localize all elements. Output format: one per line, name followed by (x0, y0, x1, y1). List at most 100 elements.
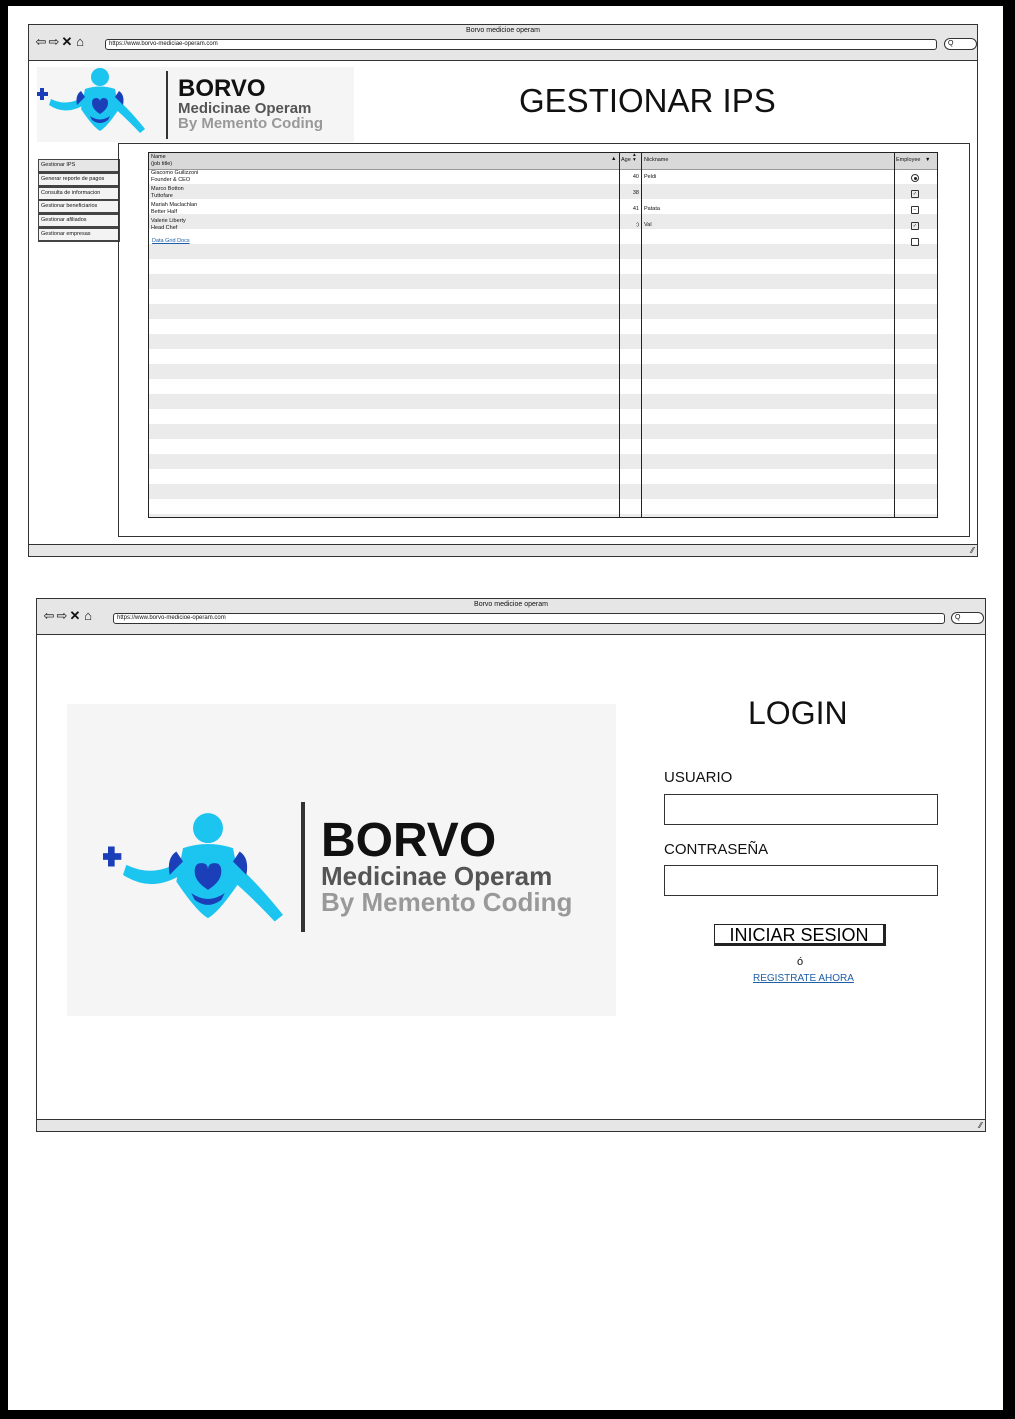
nav-icons: ⇦⇨✕ ⌂ (43, 609, 95, 622)
data-grid[interactable]: Name (job title) ▲ Age ▴ ▾ Nickname Emplo… (148, 152, 938, 518)
robot-logo-icon (103, 813, 283, 922)
sidebar-item-beneficiarios[interactable]: Gestionar beneficiarios (38, 200, 120, 214)
grid-stripe (149, 304, 937, 319)
sort-both-icon[interactable]: ▴ ▾ (633, 153, 636, 163)
cell-age: 38 (632, 190, 639, 196)
window-title: Borvo medicioe operam (466, 27, 540, 34)
logo-subtitle: Medicinae Operam (321, 861, 553, 891)
home-icon[interactable]: ⌂ (74, 35, 87, 48)
register-link[interactable]: REGISTRATE AHORA (753, 973, 854, 984)
sidebar-item-afiliados[interactable]: Gestionar afiliados (38, 214, 120, 228)
table-row[interactable]: Data Grid Docs (149, 233, 937, 249)
grid-stripe (149, 379, 937, 394)
cell-age: 41 (632, 206, 639, 212)
grid-header: Name (job title) ▲ Age ▴ ▾ Nickname Emplo… (149, 153, 937, 170)
grid-stripe (149, 499, 937, 514)
grid-stripe (149, 364, 937, 379)
employee-checkbox-empty-icon[interactable] (911, 238, 919, 246)
home-icon[interactable]: ⌂ (82, 609, 95, 622)
grid-stripe (149, 289, 937, 304)
header-employee[interactable]: Employee (896, 156, 920, 164)
grid-stripe (149, 454, 937, 469)
search-icon[interactable]: Q (951, 612, 984, 624)
grid-stripe (149, 334, 937, 349)
username-label: USUARIO (664, 769, 733, 786)
cell-nickname: Patata (644, 206, 660, 212)
sidebar-item-gestionar-ips[interactable]: Gestionar IPS (38, 159, 120, 173)
username-field[interactable] (664, 794, 938, 825)
search-icon[interactable]: Q (944, 38, 977, 50)
grid-stripe (149, 469, 937, 484)
window-title: Borvo medicioe operam (474, 601, 548, 608)
cell-title: Tuttofare (151, 193, 173, 199)
nav-icons: ⇦⇨✕ ⌂ (35, 35, 87, 48)
forward-arrow-icon[interactable]: ⇨ (48, 35, 61, 48)
sort-down-icon[interactable]: ▼ (925, 156, 930, 164)
header-nickname[interactable]: Nickname (644, 156, 668, 164)
close-icon[interactable]: ✕ (61, 35, 74, 48)
cell-title: Better Half (151, 209, 177, 215)
forward-arrow-icon[interactable]: ⇨ (56, 609, 69, 622)
sidebar: Gestionar IPS Generar reporte de pagos C… (29, 159, 129, 249)
employee-checkbox-checked-icon[interactable]: ✓ (911, 222, 919, 230)
title-bar: Borvo medicioe operam ⇦⇨✕ ⌂ https://www.b… (37, 599, 985, 635)
grid-stripe (149, 349, 937, 364)
table-row[interactable]: Marco Botton Tuttofare 38 ✓ (149, 185, 937, 201)
logo: BORVO Medicinae Operam By Memento Coding (67, 704, 616, 1016)
close-icon[interactable]: ✕ (69, 609, 82, 622)
employee-radio-icon[interactable] (911, 174, 919, 182)
logo: BORVO Medicinae Operam By Memento Coding (37, 67, 354, 142)
sidebar-item-consulta[interactable]: Consulta de informacion (38, 187, 120, 201)
grid-stripe (149, 319, 937, 334)
robot-logo-icon (37, 68, 145, 133)
logo-brand: BORVO (321, 814, 497, 867)
table-row[interactable]: Mariah Maclachlan Better Half 41 Patata … (149, 201, 937, 217)
header-name-sub: (job title) (151, 161, 173, 167)
browser-window-login: Borvo medicioe operam ⇦⇨✕ ⌂ https://www.b… (36, 598, 986, 1132)
password-label: CONTRASEÑA (664, 841, 769, 858)
browser-window-ips: Borvo medicioe operam ⇦⇨✕ ⌂ https://www.b… (28, 24, 978, 557)
grid-stripe (149, 484, 937, 499)
cell-nickname: Peldi (644, 174, 657, 180)
header-age[interactable]: Age (621, 156, 631, 164)
title-bar: Borvo medicioe operam ⇦⇨✕ ⌂ https://www.b… (29, 25, 977, 61)
back-arrow-icon[interactable]: ⇦ (35, 35, 48, 48)
grid-stripe (149, 274, 937, 289)
cell-title: Head Chef (151, 225, 178, 231)
table-row[interactable]: Valerie Liberty Head Chef :) Val ✓ (149, 217, 937, 233)
resize-grip-icon[interactable]: ⁄⁄ (979, 1121, 982, 1131)
sidebar-item-empresas[interactable]: Gestionar empresas (38, 228, 120, 242)
logo-subtitle: Medicinae Operam (178, 100, 312, 117)
employee-checkbox-indeterminate-icon[interactable]: − (911, 206, 919, 214)
employee-checkbox-checked-icon[interactable]: ✓ (911, 190, 919, 198)
grid-stripe (149, 259, 937, 274)
cell-age: 40 (632, 174, 639, 180)
sidebar-item-generar-reporte[interactable]: Generar reporte de pagos (38, 173, 120, 187)
grid-stripe (149, 394, 937, 409)
logo-divider (166, 71, 168, 139)
grid-stripe (149, 514, 937, 517)
grid-stripe (149, 439, 937, 454)
page-background: Borvo medicioe operam ⇦⇨✕ ⌂ https://www.b… (8, 6, 1003, 1410)
resize-grip-icon[interactable]: ⁄⁄ (971, 546, 974, 556)
data-grid-docs-link[interactable]: Data Grid Docs (152, 237, 190, 245)
address-bar[interactable]: https://www.borvo-medicioe-operam.com (113, 613, 945, 624)
logo-tagline: By Memento Coding (178, 115, 323, 132)
address-bar[interactable]: https://www.borvo-mediciae-operam.com (105, 39, 937, 50)
table-row[interactable]: Giacomo Guilizzoni Founder & CEO 40 Peld… (149, 169, 937, 185)
logo-divider (301, 802, 305, 932)
cell-title: Founder & CEO (151, 177, 191, 183)
password-field[interactable] (664, 865, 938, 896)
login-title: LOGIN (748, 695, 848, 731)
back-arrow-icon[interactable]: ⇦ (43, 609, 56, 622)
status-bar: ⁄⁄ (37, 1119, 985, 1131)
login-button[interactable]: INICIAR SESION (714, 924, 886, 946)
grid-stripe (149, 409, 937, 424)
status-bar: ⁄⁄ (29, 544, 977, 556)
grid-stripe (149, 424, 937, 439)
page-title: GESTIONAR IPS (519, 82, 776, 119)
cell-nickname: Val (644, 222, 652, 228)
sort-up-icon[interactable]: ▲ (611, 155, 616, 163)
logo-tagline: By Memento Coding (321, 887, 573, 917)
or-separator: ó (797, 956, 804, 968)
